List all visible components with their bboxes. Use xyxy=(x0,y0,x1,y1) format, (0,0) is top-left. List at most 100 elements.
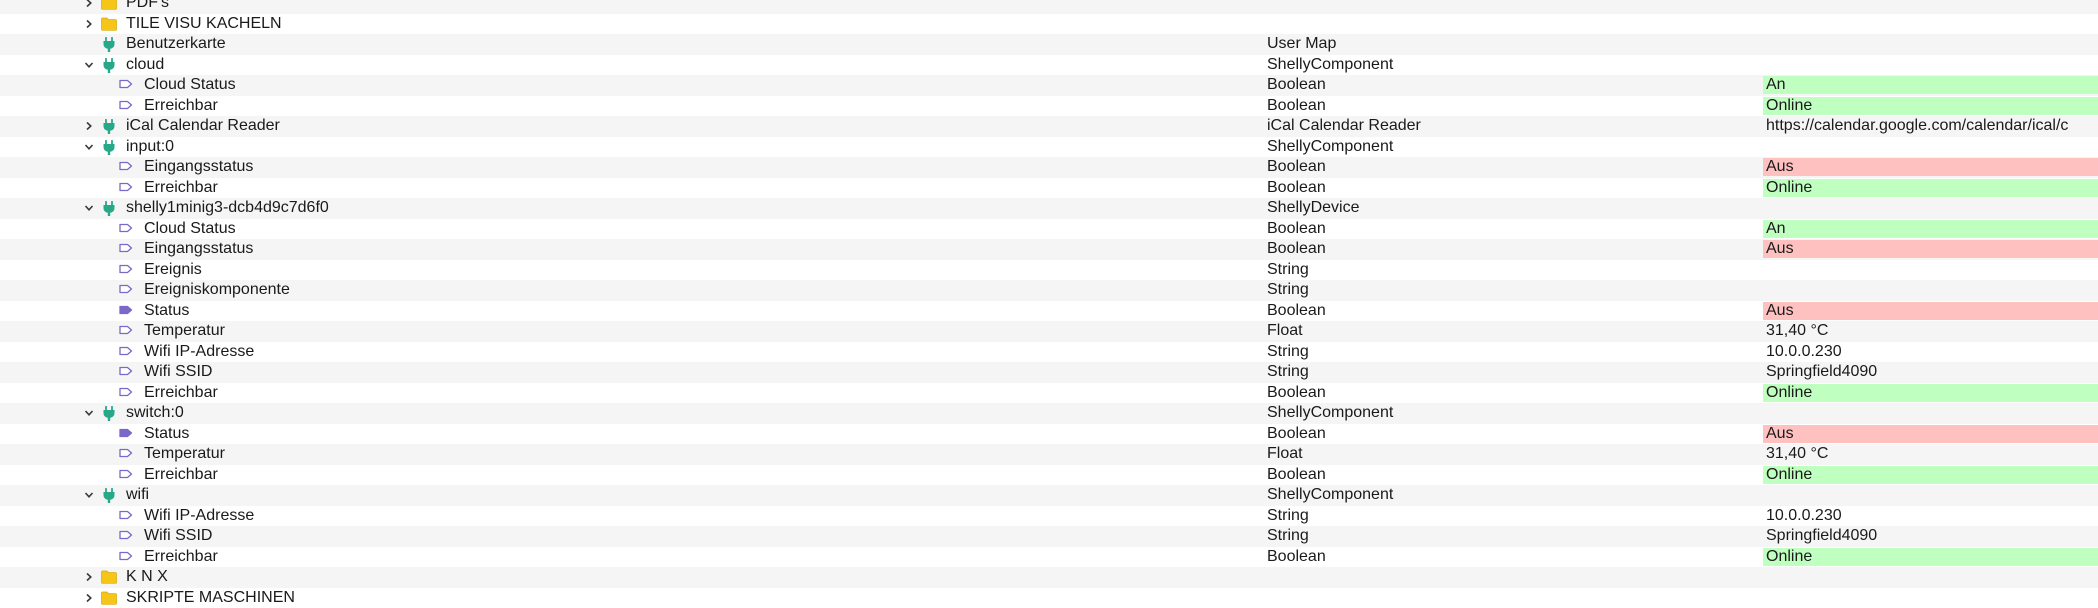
tag-outline-icon xyxy=(119,383,135,403)
tag-outline-icon xyxy=(119,362,135,382)
tree-item-name: Cloud Status xyxy=(144,75,236,96)
status-value-cell: An xyxy=(1763,76,2098,94)
tree-row-folder[interactable]: K N X xyxy=(0,567,2098,588)
tree-row-object[interactable]: cloudShellyComponent xyxy=(0,55,2098,76)
tag-outline-icon xyxy=(119,280,135,300)
tree-row-tag[interactable]: Wifi IP-AdresseString10.0.0.230 xyxy=(0,506,2098,527)
tree-item-type: Boolean xyxy=(1267,157,1326,178)
chevron-right-icon[interactable] xyxy=(84,121,94,131)
tree-row-tag[interactable]: EingangsstatusBooleanAus xyxy=(0,239,2098,260)
tree-item-name: Erreichbar xyxy=(144,383,218,404)
tree-item-name: Wifi SSID xyxy=(144,526,212,547)
tree-item-name: Ereignis xyxy=(144,260,202,281)
status-value-cell: Online xyxy=(1763,179,2098,197)
tree-row-tag[interactable]: Wifi SSIDStringSpringfield4090 xyxy=(0,362,2098,383)
tree-row-tag[interactable]: Cloud Status Boolean An xyxy=(0,75,2098,96)
chevron-down-icon[interactable] xyxy=(84,203,94,213)
tree-row-tag[interactable]: Cloud StatusBooleanAn xyxy=(0,219,2098,240)
status-value-cell: Online xyxy=(1763,384,2098,402)
tag-filled-icon xyxy=(119,424,135,444)
tree-row-tag[interactable]: Wifi SSIDStringSpringfield4090 xyxy=(0,526,2098,547)
tree-item-type: Boolean xyxy=(1267,96,1326,117)
tree-item-type: Boolean xyxy=(1267,424,1326,445)
tree-row-object[interactable]: input:0ShellyComponent xyxy=(0,137,2098,158)
tag-outline-icon xyxy=(119,75,135,95)
tag-outline-icon xyxy=(119,444,135,464)
chevron-right-icon[interactable] xyxy=(84,572,94,582)
tree-row-tag[interactable]: Wifi IP-AdresseString10.0.0.230 xyxy=(0,342,2098,363)
tree-item-type: Float xyxy=(1267,321,1303,342)
value-cell: 31,40 °C xyxy=(1763,322,2098,340)
tree-row-tag[interactable]: ErreichbarBooleanOnline xyxy=(0,96,2098,117)
folder-icon xyxy=(101,14,117,34)
tag-outline-icon xyxy=(119,239,135,259)
tree-item-type: String xyxy=(1267,260,1309,281)
tree-item-name: shelly1minig3-dcb4d9c7d6f0 xyxy=(126,198,329,219)
tree-row-tag[interactable]: TemperaturFloat31,40 °C xyxy=(0,444,2098,465)
tree-row-tag[interactable]: EreigniskomponenteString xyxy=(0,280,2098,301)
tree-item-type: String xyxy=(1267,342,1309,363)
tree-item-name: Cloud Status xyxy=(144,219,236,240)
status-value-cell: Aus xyxy=(1763,240,2098,258)
tree-item-name: Benutzerkarte xyxy=(126,34,226,55)
tree-item-name: switch:0 xyxy=(126,403,184,424)
plugin-icon xyxy=(101,34,117,54)
tree-item-name: Status xyxy=(144,424,189,445)
value-cell: Springfield4090 xyxy=(1763,527,2098,545)
folder-icon xyxy=(101,0,117,13)
tree-item-type: String xyxy=(1267,280,1309,301)
tree-row-tag[interactable]: Ereignis String xyxy=(0,260,2098,281)
value-cell: https://calendar.google.com/calendar/ica… xyxy=(1763,117,2098,135)
tree-row-tag[interactable]: EingangsstatusBooleanAus xyxy=(0,157,2098,178)
plugin-icon xyxy=(101,137,117,157)
tree-row-folder[interactable]: TILE VISU KACHELN xyxy=(0,14,2098,35)
tree-item-type: String xyxy=(1267,362,1309,383)
tree-item-name: Erreichbar xyxy=(144,96,218,117)
tree-row-tag[interactable]: ErreichbarBooleanOnline xyxy=(0,547,2098,568)
chevron-down-icon[interactable] xyxy=(84,408,94,418)
tree-item-name: cloud xyxy=(126,55,164,76)
tree-item-type: ShellyDevice xyxy=(1267,198,1359,219)
chevron-down-icon[interactable] xyxy=(84,60,94,70)
tree-item-type: Boolean xyxy=(1267,219,1326,240)
tree-row-object[interactable]: shelly1minig3-dcb4d9c7d6f0 ShellyDevice xyxy=(0,198,2098,219)
tree-row-tag[interactable]: ErreichbarBooleanOnline xyxy=(0,465,2098,486)
tree-item-type: Boolean xyxy=(1267,239,1326,260)
tree-item-name: TILE VISU KACHELN xyxy=(126,14,282,35)
tree-item-name: Erreichbar xyxy=(144,178,218,199)
plugin-icon xyxy=(101,403,117,423)
chevron-right-icon[interactable] xyxy=(84,19,94,29)
chevron-right-icon[interactable] xyxy=(84,593,94,603)
tree-row-object[interactable]: iCal Calendar ReaderiCal Calendar Reader… xyxy=(0,116,2098,137)
tree-row-tag[interactable]: ErreichbarBooleanOnline xyxy=(0,383,2098,404)
tag-outline-icon xyxy=(119,219,135,239)
tree-item-type: Boolean xyxy=(1267,75,1326,96)
tree-item-name: Temperatur xyxy=(144,321,225,342)
chevron-right-icon[interactable] xyxy=(84,0,94,8)
chevron-down-icon[interactable] xyxy=(84,490,94,500)
tag-outline-icon xyxy=(119,342,135,362)
tree-row-folder[interactable]: PDF's xyxy=(0,0,2098,14)
tree-row-tag[interactable]: Temperatur Float 31,40 °C xyxy=(0,321,2098,342)
tree-row-object[interactable]: BenutzerkarteUser Map xyxy=(0,34,2098,55)
tree-item-name: Wifi IP-Adresse xyxy=(144,342,254,363)
chevron-down-icon[interactable] xyxy=(84,142,94,152)
plugin-icon xyxy=(101,116,117,136)
folder-icon xyxy=(101,588,117,608)
tree-row-folder[interactable]: SKRIPTE MASCHINEN xyxy=(0,588,2098,608)
tree-row-object[interactable]: switch:0ShellyComponent xyxy=(0,403,2098,424)
status-value-cell: Online xyxy=(1763,548,2098,566)
tag-outline-icon xyxy=(119,157,135,177)
tag-outline-icon xyxy=(119,526,135,546)
tree-item-name: Erreichbar xyxy=(144,465,218,486)
tree-item-type: Boolean xyxy=(1267,465,1326,486)
tag-outline-icon xyxy=(119,506,135,526)
tree-row-object[interactable]: wifiShellyComponent xyxy=(0,485,2098,506)
tag-outline-icon xyxy=(119,178,135,198)
value-cell: 31,40 °C xyxy=(1763,445,2098,463)
tree-row-tag[interactable]: ErreichbarBooleanOnline xyxy=(0,178,2098,199)
tree-row-tag[interactable]: StatusBooleanAus xyxy=(0,301,2098,322)
tag-outline-icon xyxy=(119,321,135,341)
tree-item-type: Float xyxy=(1267,444,1303,465)
tree-row-tag[interactable]: StatusBooleanAus xyxy=(0,424,2098,445)
